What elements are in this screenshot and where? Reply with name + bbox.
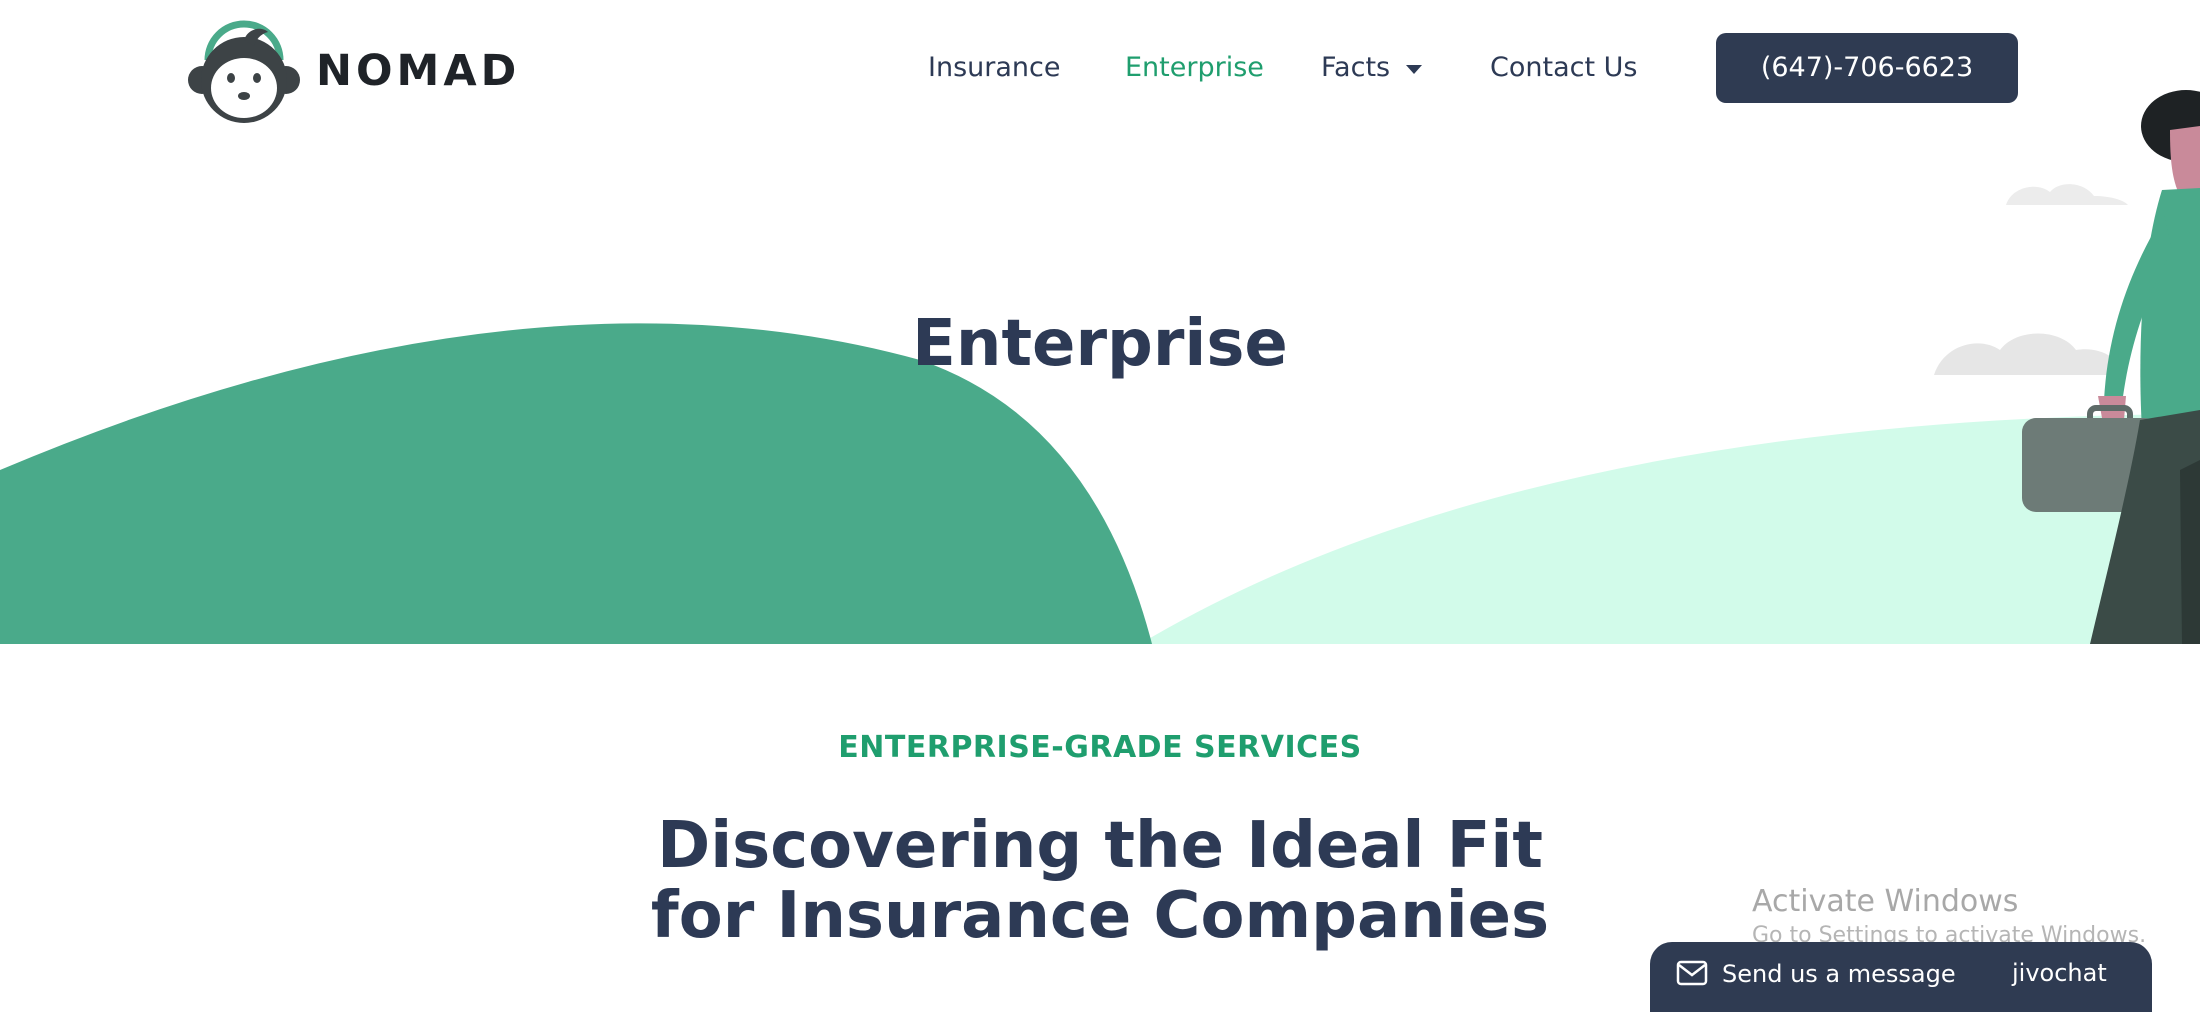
cloud-icon <box>2006 184 2128 205</box>
chat-label[interactable]: Send us a message <box>1722 958 1956 990</box>
section-heading-line-1: Discovering the Ideal Fit <box>657 809 1543 883</box>
activate-windows-title: Activate Windows <box>1752 884 2019 919</box>
page-title: Enterprise <box>912 307 1288 381</box>
section-heading-line-2: for Insurance Companies <box>650 879 1550 953</box>
section-eyebrow: ENTERPRISE-GRADE SERVICES <box>838 730 1362 765</box>
mail-icon <box>1676 960 1708 986</box>
chat-brand: jivochat <box>2012 959 2107 987</box>
cloud-icon <box>1934 333 2124 375</box>
